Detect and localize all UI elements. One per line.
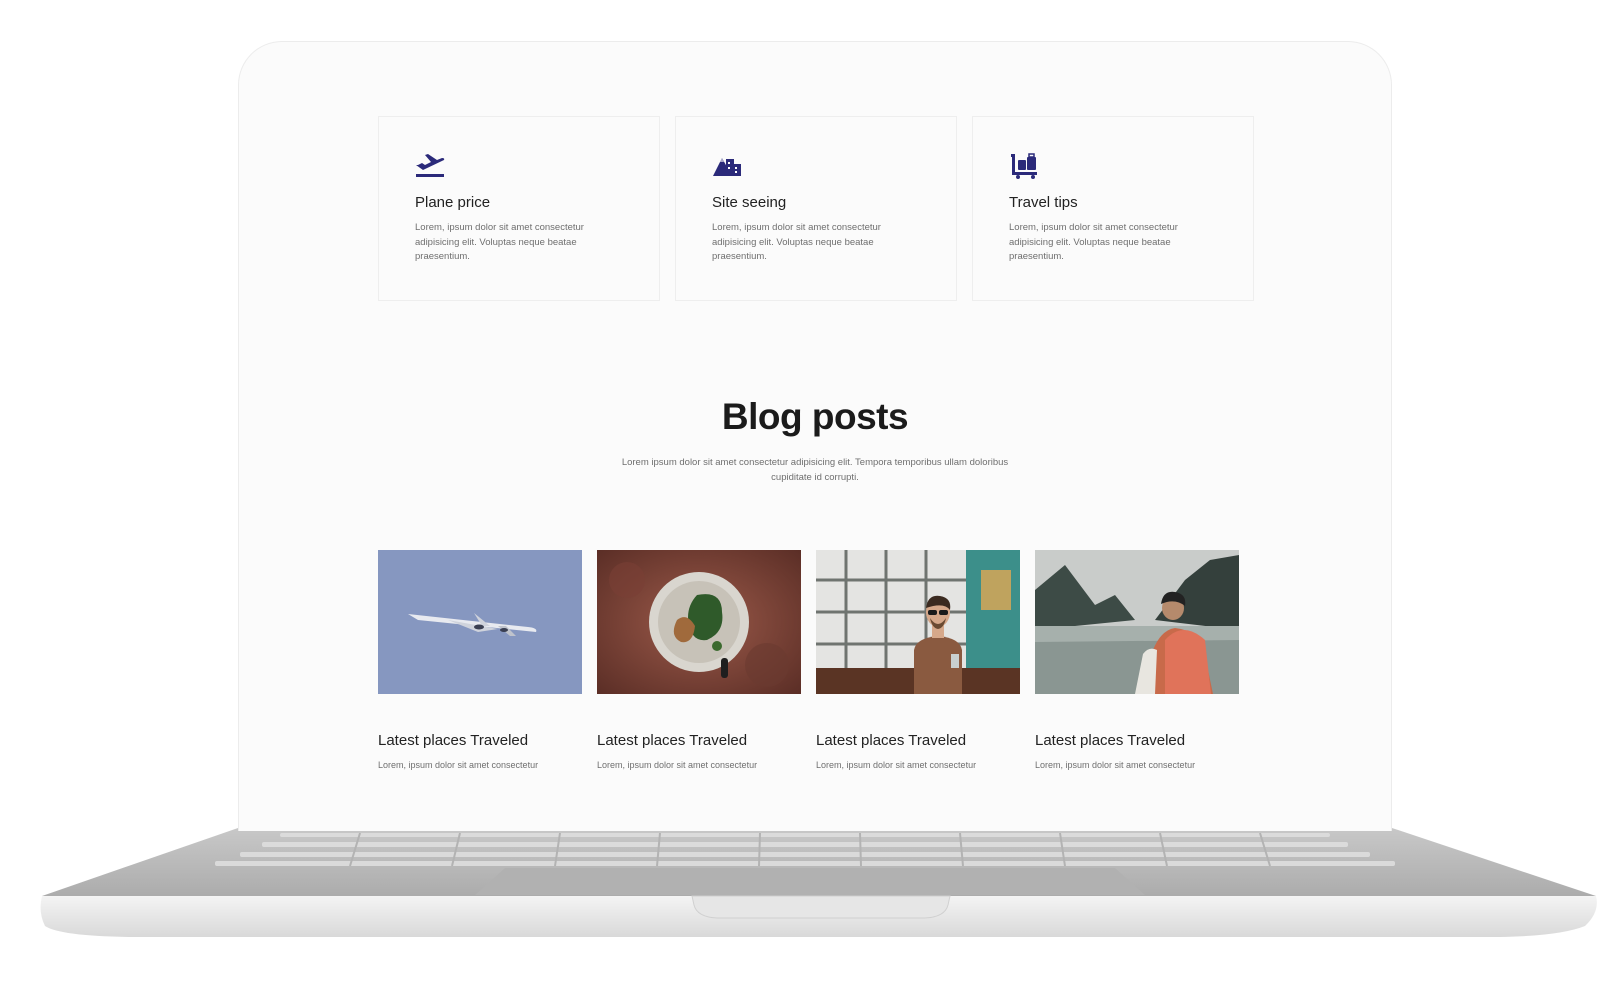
luggage-cart-icon <box>1011 153 1037 179</box>
post-title[interactable]: Latest places Traveled <box>378 732 582 749</box>
post-description: Lorem, ipsum dolor sit amet consectetur <box>378 760 539 770</box>
food-bowl-photo[interactable] <box>597 550 801 694</box>
feature-description: Lorem, ipsum dolor sit amet consectetur … <box>712 222 881 262</box>
airplane-photo[interactable] <box>378 550 582 694</box>
post-title[interactable]: Latest places Traveled <box>816 732 1020 749</box>
feature-title: Site seeing <box>712 194 787 211</box>
feature-title: Travel tips <box>1009 194 1078 211</box>
blog-post-card[interactable]: Latest places Traveled Lorem, ipsum dolo… <box>378 550 582 770</box>
feature-description: Lorem, ipsum dolor sit amet consectetur … <box>415 222 584 262</box>
blog-section-header: Blog posts Lorem ipsum dolor sit amet co… <box>239 396 1391 485</box>
feature-card-site-seeing: Site seeing Lorem, ipsum dolor sit amet … <box>675 116 957 301</box>
plane-departure-icon <box>416 154 445 177</box>
mountain-city-icon <box>713 158 741 176</box>
blog-post-card[interactable]: Latest places Traveled Lorem, ipsum dolo… <box>816 550 1020 770</box>
blog-title: Blog posts <box>721 396 909 437</box>
blog-post-card[interactable]: Latest places Traveled Lorem, ipsum dolo… <box>1035 550 1239 770</box>
feature-card-travel-tips: Travel tips Lorem, ipsum dolor sit amet … <box>972 116 1254 301</box>
lake-hiker-photo[interactable] <box>1035 550 1239 694</box>
web-page: Plane price Lorem, ipsum dolor sit amet … <box>239 42 1391 831</box>
man-in-cafe-photo[interactable] <box>816 550 1020 694</box>
feature-description: Lorem, ipsum dolor sit amet consectetur … <box>1009 222 1178 262</box>
blog-post-card[interactable]: Latest places Traveled Lorem, ipsum dolo… <box>597 550 801 770</box>
blog-posts: Latest places Traveled Lorem, ipsum dolo… <box>378 550 1239 770</box>
post-description: Lorem, ipsum dolor sit amet consectetur <box>597 760 758 770</box>
laptop-mockup: Plane price Lorem, ipsum dolor sit amet … <box>0 0 1609 982</box>
feature-cards: Plane price Lorem, ipsum dolor sit amet … <box>378 116 1254 301</box>
post-description: Lorem, ipsum dolor sit amet consectetur <box>816 760 977 770</box>
feature-title: Plane price <box>415 194 491 211</box>
feature-card-plane-price: Plane price Lorem, ipsum dolor sit amet … <box>378 116 660 301</box>
post-title[interactable]: Latest places Traveled <box>597 732 801 749</box>
laptop-screen: Plane price Lorem, ipsum dolor sit amet … <box>238 41 1392 831</box>
post-description: Lorem, ipsum dolor sit amet consectetur <box>1035 760 1196 770</box>
blog-subtitle: Lorem ipsum dolor sit amet consectetur a… <box>621 457 1009 483</box>
post-title[interactable]: Latest places Traveled <box>1035 732 1239 749</box>
